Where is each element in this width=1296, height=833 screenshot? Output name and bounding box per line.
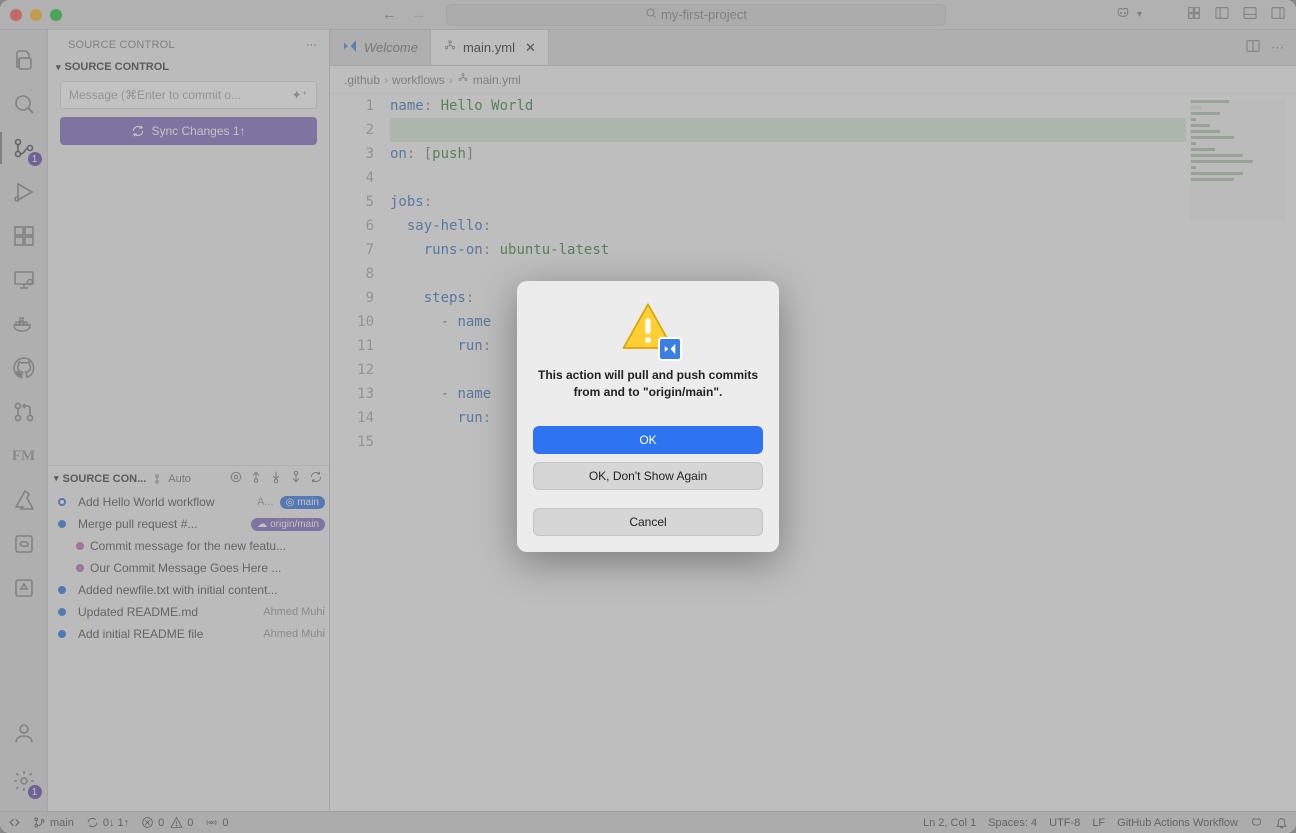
warning-icon: [620, 299, 676, 355]
window: ← → my-first-project ▾ 1: [0, 0, 1296, 833]
vscode-badge-icon: [658, 337, 682, 361]
dialog-ok-dont-show-button[interactable]: OK, Don't Show Again: [533, 462, 763, 490]
dialog-cancel-button[interactable]: Cancel: [533, 508, 763, 536]
confirm-dialog: This action will pull and push commits f…: [517, 281, 779, 551]
modal-overlay: This action will pull and push commits f…: [0, 0, 1296, 833]
dialog-message: This action will pull and push commits f…: [533, 367, 763, 399]
dialog-ok-button[interactable]: OK: [533, 426, 763, 454]
